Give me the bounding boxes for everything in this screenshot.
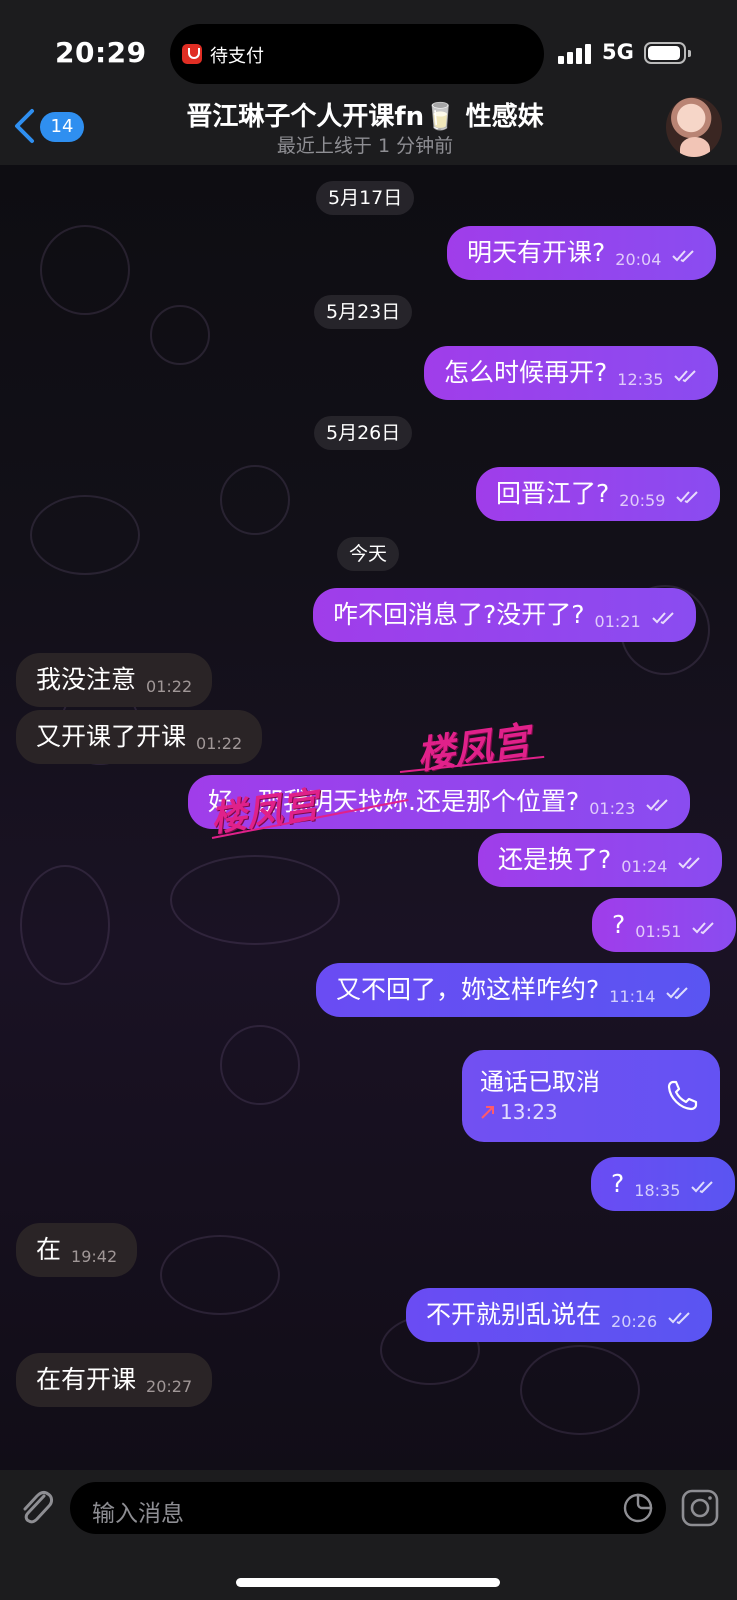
date-separator: 5月26日 [314,416,413,450]
message-text: 不开就别乱说在 [426,1300,602,1329]
wallpaper-doodle [170,855,340,945]
last-seen-status: 最近上线于 1 分钟前 [276,135,454,157]
wallpaper-doodle [160,1235,280,1315]
read-ticks-icon [651,612,674,625]
wallpaper-doodle [150,305,210,365]
date-separator: 5月17日 [316,181,415,215]
call-message[interactable]: 通话已取消 13:23 [462,1050,720,1142]
message-text: 怎么时候再开? [444,358,608,387]
dynamic-island[interactable]: 待支付 [170,24,544,84]
call-status: 通话已取消 [480,1068,600,1096]
message-incoming[interactable]: 我没注意 01:22 [16,653,213,707]
read-ticks-icon [678,857,701,870]
message-time: 20:04 [615,250,662,269]
date-separator: 5月23日 [314,295,413,329]
read-ticks-icon [666,987,689,1000]
message-outgoing[interactable]: 咋不回消息了?没开了? 01:21 [313,588,696,642]
message-time: 11:14 [609,987,656,1006]
message-text: 在有开课 [36,1365,137,1394]
signal-icon [558,42,594,64]
message-time: 01:24 [621,857,668,876]
message-time: 19:42 [71,1247,118,1266]
read-ticks-icon [676,491,699,504]
island-label: 待支付 [210,46,264,67]
read-ticks-icon [692,922,715,935]
message-input[interactable]: 输入消息 [70,1482,666,1534]
read-ticks-icon [646,799,668,812]
sticker-icon[interactable] [622,1492,654,1524]
call-time: 13:23 [500,1100,558,1124]
message-time: 20:26 [611,1312,658,1331]
chat-title[interactable]: 晋江琳子个人开课fn🥛 性感妹 [150,96,580,133]
unread-badge[interactable]: 14 [40,112,84,142]
message-outgoing[interactable]: 还是换了? 01:24 [478,833,723,887]
date-separator: 今天 [337,537,400,571]
read-ticks-icon [672,250,695,263]
message-text: 回晋江了? [496,479,610,508]
read-ticks-icon [668,1312,690,1325]
message-outgoing[interactable]: 不开就别乱说在 20:26 [406,1288,713,1342]
battery-icon [644,42,691,64]
camera-icon[interactable] [680,1488,720,1528]
message-time: 01:22 [146,677,193,696]
message-time: 01:21 [594,612,641,631]
message-outgoing[interactable]: 回晋江了? 20:59 [476,467,721,521]
back-chevron-icon[interactable] [12,108,36,144]
shopping-app-icon [182,44,202,64]
message-time: 01:51 [635,922,682,941]
message-time: 18:35 [634,1181,681,1200]
paperclip-icon[interactable] [16,1486,56,1530]
home-indicator[interactable] [236,1578,500,1587]
message-incoming[interactable]: 在 19:42 [16,1223,138,1277]
wallpaper-doodle [40,225,130,315]
input-placeholder: 输入消息 [92,1501,184,1527]
message-text: 明天有开课? [467,238,606,267]
message-time: 01:22 [196,734,243,753]
message-time: 12:35 [617,370,664,389]
message-incoming[interactable]: 又开课了开课 01:22 [16,710,263,764]
message-text: ? [611,1169,625,1198]
message-outgoing[interactable]: ? 01:51 [592,898,737,952]
wallpaper-doodle [220,465,290,535]
chat-area[interactable]: 5月17日 明天有开课? 20:04 5月23日 怎么时候再开? 12:35 5月2… [0,165,737,1470]
wallpaper-doodle [520,1345,640,1435]
read-ticks-icon [674,370,697,383]
message-text: 咋不回消息了?没开了? [333,600,585,629]
status-time: 20:29 [55,36,147,69]
missed-call-arrow-icon [481,1106,494,1119]
message-outgoing[interactable]: 又不回了，妳这样咋约? 11:14 [316,963,711,1017]
input-bar: 输入消息 [0,1470,737,1600]
message-incoming[interactable]: 在有开课 20:27 [16,1353,213,1407]
message-time: 20:59 [619,491,666,510]
avatar[interactable] [666,97,722,157]
message-text: 又开课了开课 [36,722,187,751]
message-time: 01:23 [589,799,636,818]
message-text: 在 [36,1235,62,1264]
top-bar: 20:29 待支付 5G 14 晋江琳子个人开课fn🥛 性感妹 最近上线于 1 … [0,0,737,165]
wallpaper-doodle [30,495,140,575]
message-text: 我没注意 [36,665,137,694]
wallpaper-doodle [220,1025,300,1105]
read-ticks-icon [691,1181,714,1194]
message-text: 又不回了，妳这样咋约? [336,975,600,1004]
message-text: ? [612,910,626,939]
message-time: 20:27 [146,1377,193,1396]
message-outgoing[interactable]: ? 18:35 [591,1157,736,1211]
phone-icon[interactable] [664,1078,700,1114]
message-outgoing[interactable]: 怎么时候再开? 12:35 [424,346,719,400]
network-type: 5G [602,40,634,64]
message-text: 还是换了? [498,845,612,874]
message-outgoing[interactable]: 明天有开课? 20:04 [447,226,717,280]
wallpaper-doodle [20,865,110,985]
